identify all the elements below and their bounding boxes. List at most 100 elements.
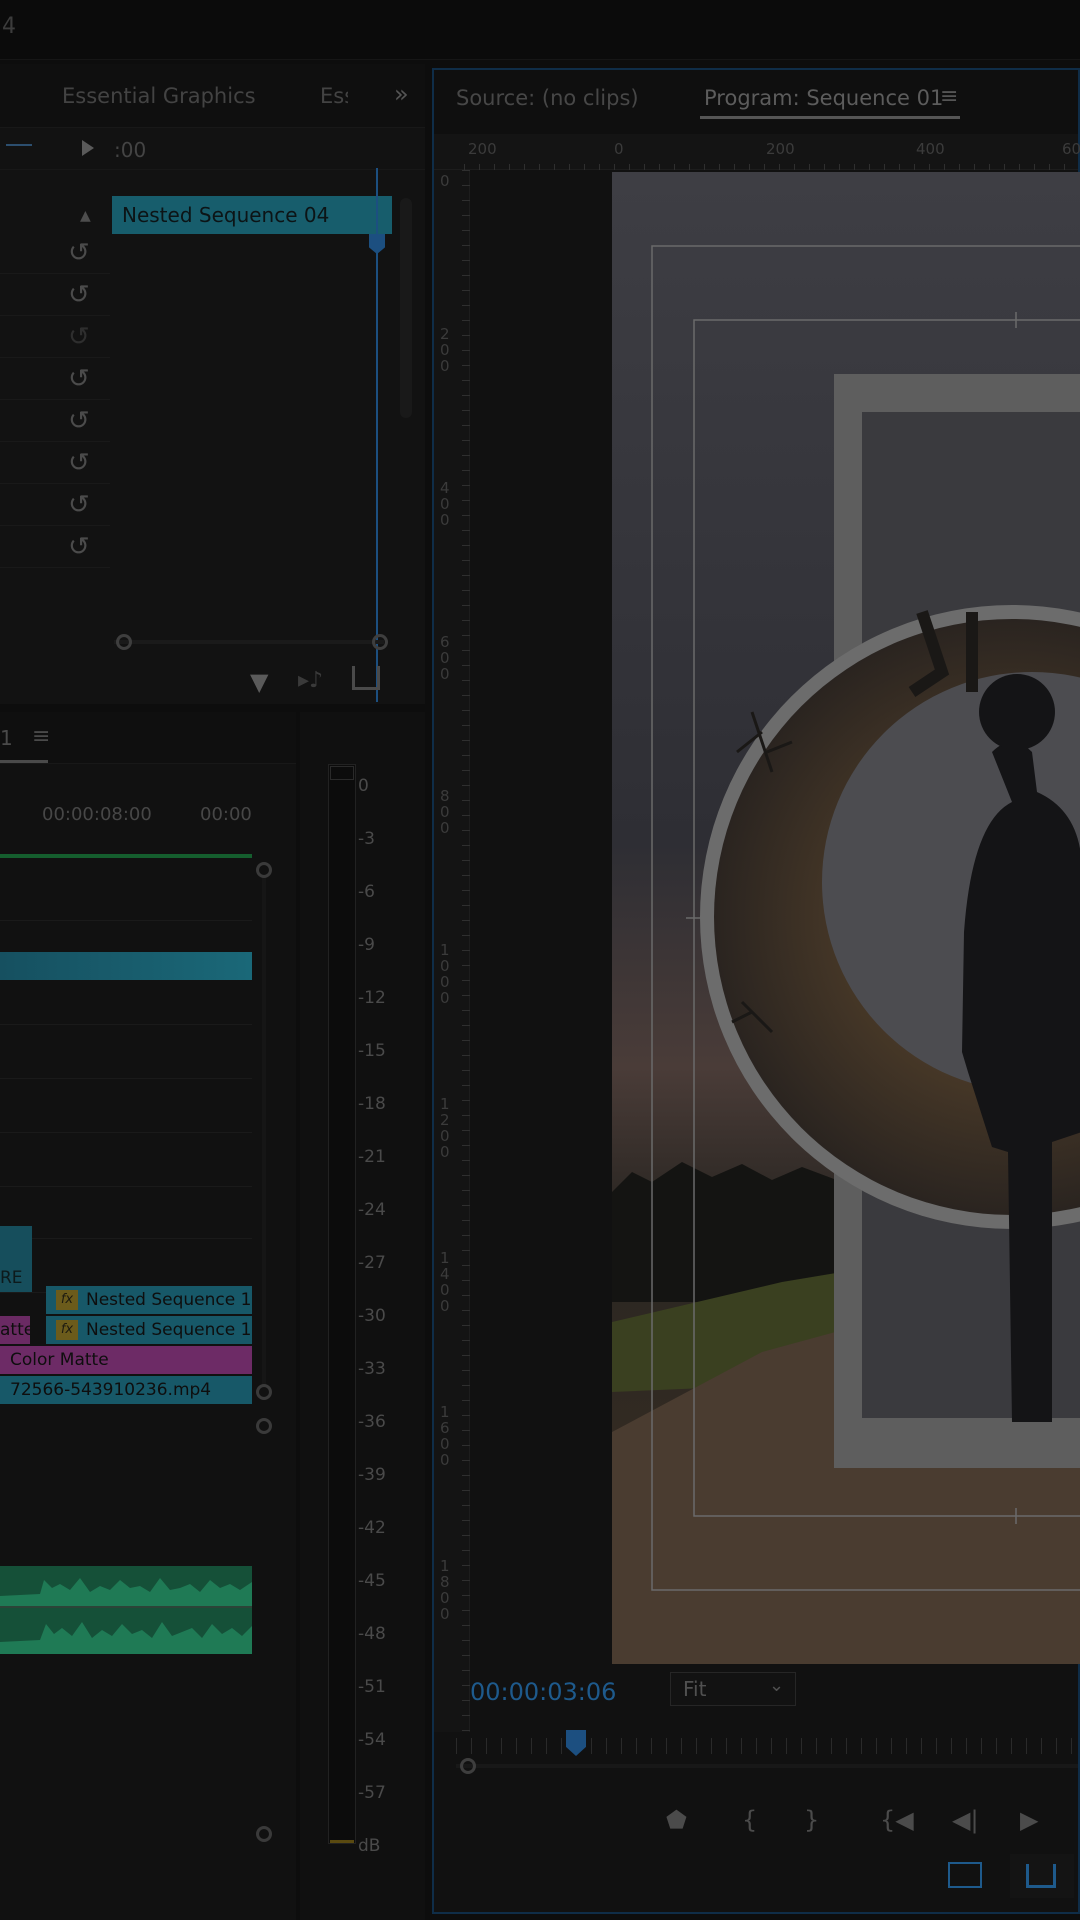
play-triangle-icon[interactable]: [82, 140, 94, 156]
ec-zoom-handle-right[interactable]: [372, 634, 388, 650]
ec-zoom-handle-left[interactable]: [116, 634, 132, 650]
scroll-track[interactable]: [262, 878, 266, 1384]
reset-icon[interactable]: ↺: [68, 238, 90, 268]
scroll-handle[interactable]: [256, 1826, 272, 1842]
audio-clip-a2[interactable]: [0, 1608, 252, 1654]
clip-video[interactable]: 72566-543910236.mp4: [0, 1376, 252, 1404]
ec-zoom-track[interactable]: [114, 640, 384, 644]
tab-essential-graphics[interactable]: Essential Graphics: [62, 84, 256, 108]
mark-in-icon[interactable]: {: [742, 1806, 757, 1834]
reset-icon[interactable]: ↺: [68, 490, 90, 520]
timeline-panel: 1 ≡ 00:00:08:00 00:00 RE fx Nested Sequen…: [0, 712, 296, 1920]
filter-icon[interactable]: ▼: [250, 668, 268, 696]
scroll-handle[interactable]: [256, 862, 272, 878]
ruler-label: 400: [440, 479, 450, 529]
meter-tick: -27: [358, 1253, 386, 1273]
meter-tick: -57: [358, 1783, 386, 1803]
ruler-label: 200: [468, 140, 497, 158]
meter-tick: -39: [358, 1465, 386, 1485]
tab-sequence[interactable]: 1: [0, 726, 13, 750]
ec-row: ↺: [0, 358, 110, 400]
zoom-dropdown[interactable]: Fit ⌄: [670, 1672, 796, 1706]
audio-waveform: [0, 1622, 252, 1654]
program-video-frame: [612, 172, 1080, 1664]
ec-time-label: :00: [114, 138, 147, 162]
export-frame-icon: [1026, 1864, 1056, 1888]
active-tab-underline: [700, 116, 960, 119]
meter-tick: -54: [358, 1730, 386, 1750]
audio-clip-a1[interactable]: [0, 1566, 252, 1606]
ruler-ticks: [462, 170, 470, 1732]
ruler-label: 400: [916, 140, 945, 158]
ec-row: ↺: [0, 232, 110, 274]
play-audio-icon[interactable]: ▸♪: [298, 668, 323, 693]
clip-matte-left[interactable]: atte: [0, 1316, 30, 1344]
window-title: 4: [2, 14, 16, 39]
track-divider: [0, 1186, 252, 1187]
collapse-up-icon[interactable]: ▲: [80, 208, 91, 224]
timecode-label: 00:00:08:00: [42, 804, 152, 825]
ec-row: ↺: [0, 400, 110, 442]
panel-tab-row: Essential Graphics Ess »: [0, 64, 425, 128]
tab-essential-sound[interactable]: Ess: [320, 84, 348, 108]
reset-icon[interactable]: ↺: [68, 280, 90, 310]
play-icon[interactable]: ▶: [1020, 1806, 1038, 1834]
add-marker-icon[interactable]: ⬟: [666, 1806, 687, 1834]
meter-level: [330, 1840, 354, 1843]
timecode-label: 00:00: [200, 804, 252, 825]
zoom-scroll-handle[interactable]: [460, 1758, 476, 1774]
vertical-ruler: 0 200 400 600 800 1000 1200 1400 1600 18…: [434, 170, 470, 1732]
reset-icon-disabled: ↺: [68, 322, 90, 352]
scroll-handle[interactable]: [256, 1384, 272, 1400]
ruler-label: 600: [440, 633, 450, 683]
double-chevron-right-icon[interactable]: »: [394, 80, 409, 108]
effect-controls-panel: Essential Graphics Ess » :00 ▲ ↺ ↺ ↺ ↺ ↺…: [0, 64, 425, 704]
panel-menu-icon[interactable]: ≡: [940, 84, 958, 109]
track-divider: [0, 1238, 252, 1239]
track-divider: [0, 1132, 252, 1133]
ec-row: ↺: [0, 442, 110, 484]
ruler-label: 0: [440, 172, 450, 190]
go-to-in-icon[interactable]: {◀: [880, 1806, 914, 1834]
panel-menu-icon[interactable]: ≡: [32, 724, 50, 749]
clip-color-matte[interactable]: Color Matte: [0, 1346, 252, 1374]
clip-re[interactable]: RE: [0, 1264, 32, 1292]
reset-icon[interactable]: ↺: [68, 364, 90, 394]
tab-program[interactable]: Program: Sequence 01: [704, 86, 943, 110]
nested-clip-bar[interactable]: [0, 952, 252, 980]
meter-tick: -18: [358, 1094, 386, 1114]
monitor-tab-row: Source: (no clips) Program: Sequence 01 …: [434, 70, 1078, 134]
ruler-label: 1400: [440, 1249, 450, 1315]
clip-nested-sequence-1b[interactable]: fx Nested Sequence 1: [46, 1316, 252, 1344]
export-frame-button[interactable]: [1010, 1854, 1074, 1898]
track-divider: [0, 1024, 252, 1025]
clip-nested-sequence-1[interactable]: fx Nested Sequence 1: [46, 1286, 252, 1314]
tab-source[interactable]: Source: (no clips): [456, 86, 639, 110]
playhead-timecode[interactable]: 00:00:03:06: [470, 1678, 616, 1706]
safe-margins-icon[interactable]: [948, 1862, 982, 1888]
meter-tick: -12: [358, 988, 386, 1008]
track-divider: [0, 1078, 252, 1079]
ec-value-underline: [6, 144, 32, 146]
reset-icon[interactable]: ↺: [68, 406, 90, 436]
export-icon[interactable]: [352, 666, 380, 690]
scroll-handle[interactable]: [256, 1418, 272, 1434]
reset-icon[interactable]: ↺: [68, 448, 90, 478]
meter-tick: 0: [358, 776, 369, 796]
active-tab-underline: [0, 760, 48, 763]
ec-scrollbar[interactable]: [400, 198, 412, 418]
work-area-bar[interactable]: [0, 854, 252, 858]
ruler-label: 200: [440, 325, 450, 375]
ec-row: ↺: [0, 274, 110, 316]
ruler-label: 1000: [440, 941, 450, 1007]
mini-timeline-ruler[interactable]: [456, 1738, 1078, 1754]
mark-out-icon[interactable]: }: [804, 1806, 819, 1834]
meter-tick: -36: [358, 1412, 386, 1432]
ec-time-ruler: :00: [0, 128, 425, 254]
meter-tick: -30: [358, 1306, 386, 1326]
ec-clip-bar[interactable]: Nested Sequence 04: [112, 196, 392, 234]
zoom-scroll-track[interactable]: [456, 1764, 1078, 1768]
step-back-icon[interactable]: ◀|: [952, 1806, 979, 1834]
fx-badge-icon: fx: [56, 1320, 78, 1340]
reset-icon[interactable]: ↺: [68, 532, 90, 562]
